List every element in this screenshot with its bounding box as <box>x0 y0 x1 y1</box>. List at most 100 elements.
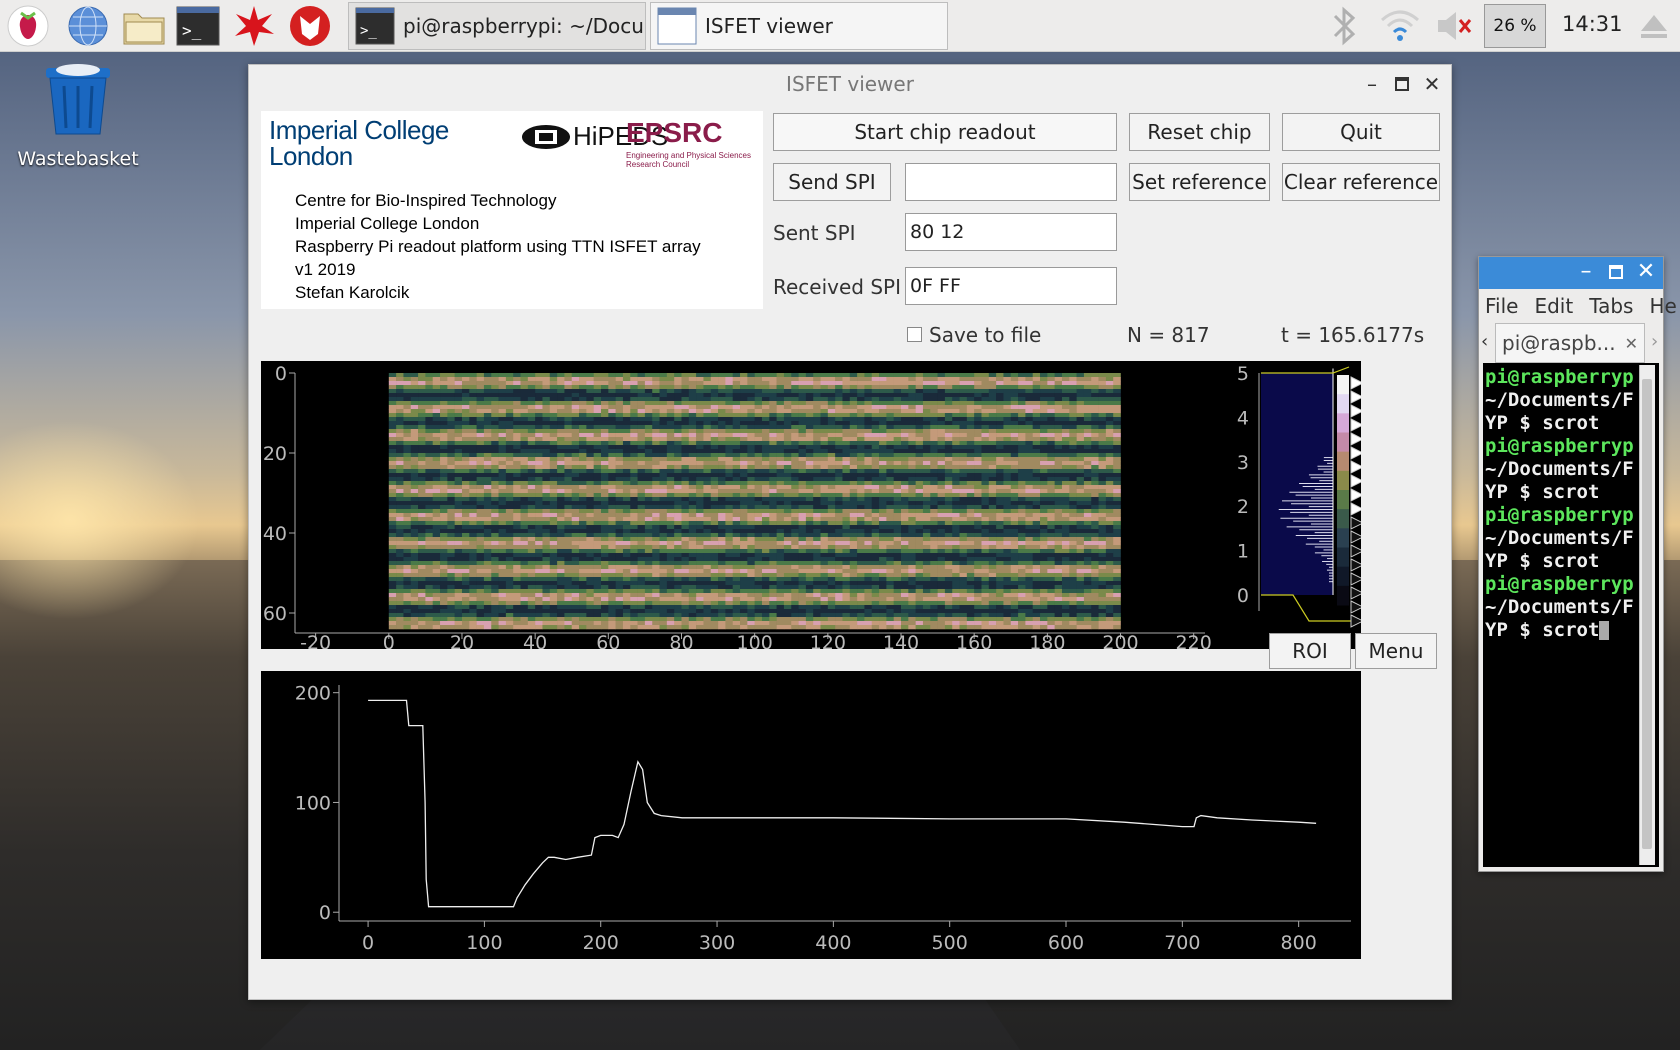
heatmap-cell <box>725 489 734 494</box>
heatmap-cell <box>871 525 880 530</box>
terminal-launcher-icon[interactable]: >_ <box>176 4 220 48</box>
reset-chip-button[interactable]: Reset chip <box>1129 113 1270 151</box>
received-spi-field[interactable]: 0F FF <box>905 267 1117 305</box>
heatmap-cell <box>835 553 843 558</box>
heatmap-cell <box>783 545 792 550</box>
heatmap-cell <box>630 517 638 522</box>
heatmap-cell <box>388 553 397 558</box>
heatmap-cell <box>681 385 690 390</box>
heatmap-cell <box>791 417 799 422</box>
heatmap-cell <box>908 393 916 398</box>
wifi-icon[interactable] <box>1378 4 1422 48</box>
heatmap-cell <box>469 385 477 390</box>
volume-muted-icon[interactable] <box>1432 4 1476 48</box>
heatmap-cell <box>447 437 455 442</box>
heatmap-cell <box>805 537 814 542</box>
heatmap-cell <box>535 569 543 574</box>
heatmap-cell <box>1054 525 1063 530</box>
heatmap-cell <box>1032 529 1041 534</box>
heatmap-cell <box>1010 401 1019 406</box>
taskbar-task-terminal[interactable]: >_ pi@raspberrypi: ~/Docu... <box>348 2 646 50</box>
heatmap-cell <box>586 389 594 394</box>
clear-reference-button[interactable]: Clear reference <box>1282 163 1440 201</box>
heatmap-cell <box>798 493 807 498</box>
heatmap-cell <box>410 553 419 558</box>
heatmap-cell <box>644 561 653 566</box>
heatmap-cell <box>513 537 521 542</box>
heatmap-cell <box>1069 557 1077 562</box>
eject-icon[interactable] <box>1632 4 1676 48</box>
heatmap-cell <box>1069 465 1077 470</box>
cpu-usage-indicator[interactable]: 26 % <box>1484 4 1546 48</box>
save-to-file-checkbox[interactable] <box>907 327 922 342</box>
heatmap-cell <box>703 485 712 490</box>
spi-input[interactable] <box>905 163 1117 201</box>
minimize-icon[interactable]: – <box>1359 71 1385 97</box>
heatmap-cell <box>622 421 631 426</box>
heatmap-cell <box>952 465 960 470</box>
heatmap-cell <box>681 405 690 410</box>
heatmap-cell <box>1040 529 1048 534</box>
heatmap-cell <box>1054 449 1063 454</box>
heatmap-cell <box>659 477 668 482</box>
heatmap-cell <box>732 389 741 394</box>
clock[interactable]: 14:31 <box>1562 12 1623 36</box>
heatmap-cell <box>769 437 777 442</box>
heatmap-cell <box>966 381 975 386</box>
heatmap-cell <box>666 493 675 498</box>
heatmap-cell <box>886 557 894 562</box>
heatmap-cell <box>703 521 712 526</box>
heatmap-cell <box>893 397 902 402</box>
heatmap-cell <box>608 529 616 534</box>
heatmap-cell <box>593 545 602 550</box>
heatmap-cell <box>483 441 492 446</box>
image-plot[interactable]: -20 0 20 40 60 80 100 120 140 160 180 200 220 0 20 40 60… <box>261 361 1365 654</box>
heatmap-cell <box>1032 401 1041 406</box>
window-titlebar[interactable]: ISFET viewer – ✕ <box>249 65 1451 103</box>
heatmap-cell <box>652 421 660 426</box>
heatmap-cell <box>937 493 946 498</box>
wolfram-icon[interactable] <box>288 4 332 48</box>
heatmap-cell <box>908 489 916 494</box>
raspberry-menu-icon[interactable] <box>6 4 50 48</box>
quit-button[interactable]: Quit <box>1282 113 1440 151</box>
file-manager-icon[interactable] <box>122 4 166 48</box>
heatmap-cell <box>798 533 807 538</box>
heatmap-cell <box>425 505 434 510</box>
heatmap-cell <box>966 417 975 422</box>
heatmap-cell <box>520 385 529 390</box>
heatmap-cell <box>703 429 712 434</box>
heatmap-cell <box>915 553 924 558</box>
heatmap-cell <box>791 445 799 450</box>
set-reference-button[interactable]: Set reference <box>1129 163 1270 201</box>
heatmap-cell <box>740 385 748 390</box>
browser-globe-icon[interactable] <box>66 4 110 48</box>
heatmap-cell <box>1054 377 1063 382</box>
math-kernel-icon[interactable] <box>232 4 276 48</box>
heatmap-cell <box>1010 461 1019 466</box>
heatmap-cell <box>1069 381 1077 386</box>
heatmap-cell <box>886 381 894 386</box>
heatmap-cell <box>952 445 960 450</box>
close-icon[interactable]: ✕ <box>1419 71 1445 97</box>
heatmap-cell <box>483 389 492 394</box>
taskbar-task-isfet[interactable]: ISFET viewer <box>650 2 948 50</box>
heatmap-cell <box>644 461 653 466</box>
heatmap-cell <box>1040 537 1048 542</box>
maximize-icon[interactable] <box>1389 71 1415 97</box>
heatmap-cell <box>981 429 990 434</box>
heatmap-cell <box>579 461 587 466</box>
heatmap-cell <box>1003 557 1012 562</box>
desktop-wastebasket[interactable]: Wastebasket <box>16 62 140 170</box>
heatmap-cell <box>1040 513 1048 518</box>
heatmap-cell <box>1040 505 1048 510</box>
heatmap-cell <box>725 477 734 482</box>
heatmap-cell <box>1025 501 1034 506</box>
bluetooth-icon[interactable] <box>1322 4 1366 48</box>
start-chip-readout-button[interactable]: Start chip readout <box>773 113 1117 151</box>
heatmap-cell <box>791 405 799 410</box>
heatmap-cell <box>783 409 792 414</box>
send-spi-button[interactable]: Send SPI <box>773 163 891 201</box>
sent-spi-field[interactable]: 80 12 <box>905 213 1117 251</box>
heatmap-cell <box>703 497 712 502</box>
